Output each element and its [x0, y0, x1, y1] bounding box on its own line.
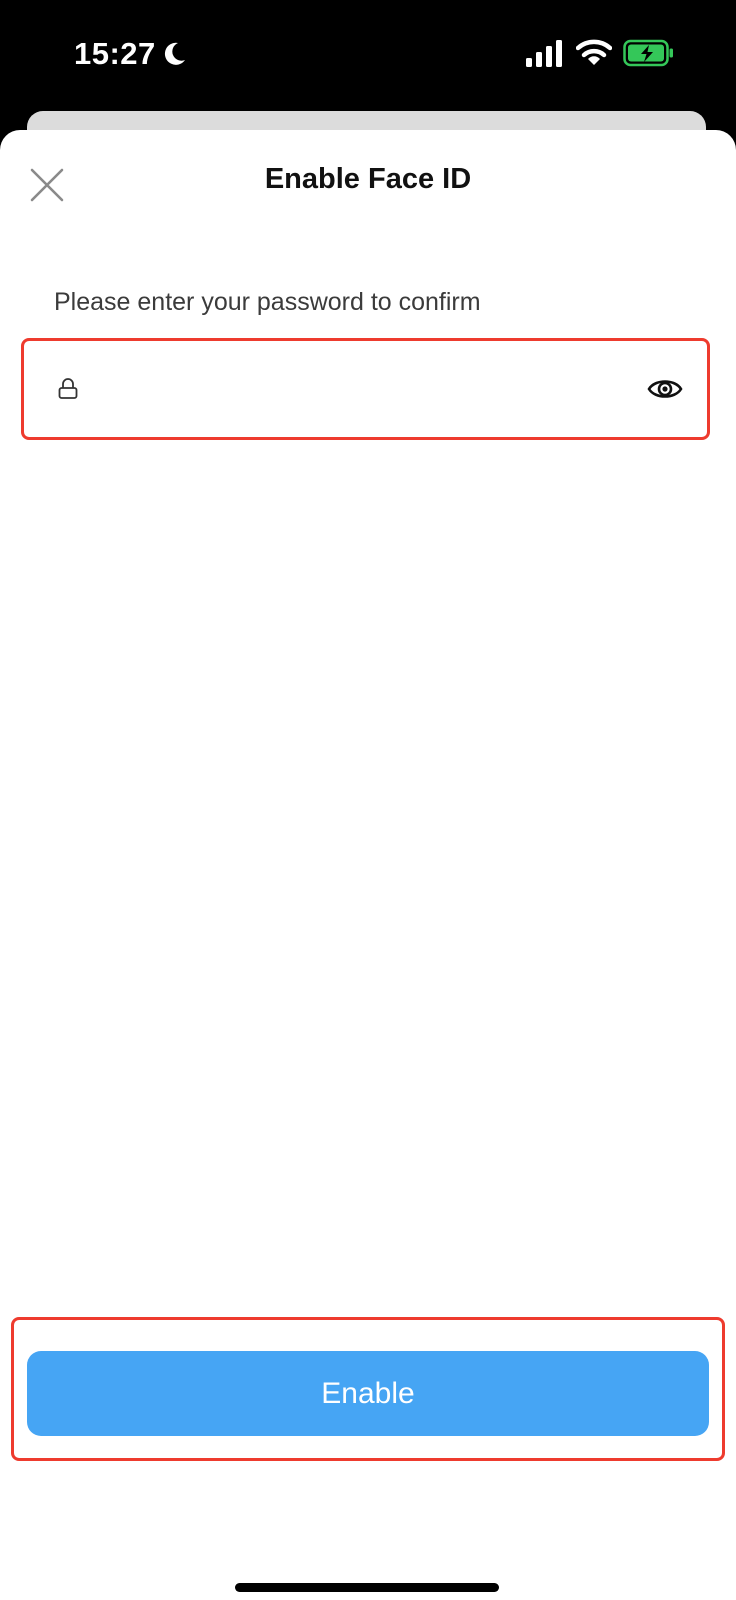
- page-title: Enable Face ID: [264, 163, 472, 195]
- moon-icon: [164, 42, 185, 65]
- status-bar: 15:27: [0, 0, 736, 110]
- password-field: [44, 357, 687, 421]
- enable-face-id-sheet: Enable Face ID Please enter your passwor…: [0, 130, 736, 1600]
- signal-icon: [526, 40, 562, 67]
- enable-button-highlight: Enable: [11, 1317, 725, 1461]
- eye-icon[interactable]: [647, 375, 683, 403]
- battery-charging-icon: [623, 39, 673, 67]
- password-prompt-label: Please enter your password to confirm: [54, 288, 481, 316]
- password-input[interactable]: [94, 364, 647, 414]
- wifi-icon: [576, 39, 612, 65]
- status-time: 15:27: [74, 36, 156, 71]
- home-indicator: [235, 1583, 499, 1592]
- password-field-highlight: [21, 338, 710, 440]
- lock-icon: [58, 378, 78, 399]
- enable-button[interactable]: Enable: [27, 1351, 709, 1436]
